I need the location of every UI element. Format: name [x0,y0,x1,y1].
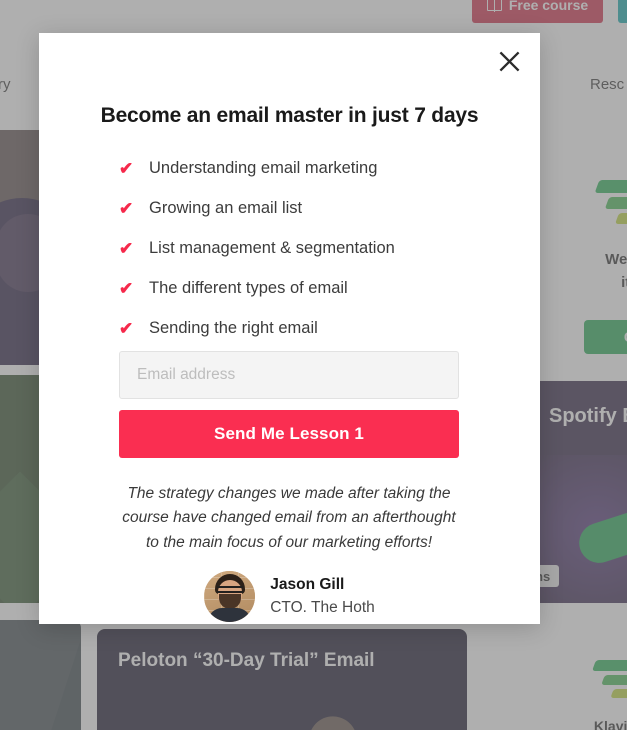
benefit-label: List management & segmentation [149,239,395,257]
benefit-list-item: ✔ Growing an email list [119,198,395,226]
testimonial-quote: The strategy changes we made after takin… [122,485,456,551]
check-icon: ✔ [119,239,134,258]
avatar-shirt [208,608,252,622]
email-course-signup-modal: Become an email master in just 7 days ✔ … [39,33,540,624]
check-icon: ✔ [119,319,134,338]
benefit-label: The different types of email [149,279,348,297]
benefit-list-item: ✔ The different types of email [119,278,395,306]
benefit-list-item: ✔ List management & segmentation [119,238,395,266]
check-icon: ✔ [119,199,134,218]
author-role: CTO. The Hoth [270,598,375,616]
testimonial-author: Jason Gill CTO. The Hoth [39,571,540,622]
check-icon: ✔ [119,159,134,178]
benefit-list-item: ✔ Sending the right email [119,318,395,346]
benefit-list-item: ✔ Understanding email marketing [119,158,395,186]
author-meta: Jason Gill CTO. The Hoth [270,575,375,617]
benefit-label: Growing an email list [149,199,303,217]
send-me-lesson-button[interactable]: Send Me Lesson 1 [119,410,459,458]
close-icon[interactable] [492,44,526,78]
benefit-label: Understanding email marketing [149,159,378,177]
author-name: Jason Gill [270,576,345,594]
avatar-glasses [217,586,244,593]
avatar [204,571,256,622]
modal-title: Become an email master in just 7 days [100,104,479,127]
email-input[interactable] [119,351,459,399]
benefit-label: Sending the right email [149,319,318,337]
check-icon: ✔ [119,279,134,298]
page-root: Free course stery Resc nt To Idea ils, W… [0,0,627,730]
